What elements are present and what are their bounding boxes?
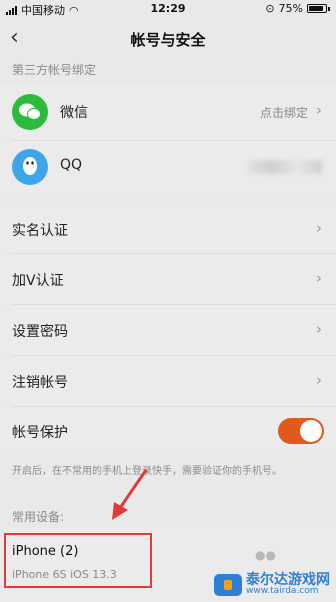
watermark-title: 泰尔达游戏网 xyxy=(246,572,330,588)
status-right: ⊙ 75% xyxy=(265,2,330,15)
wechat-row[interactable]: 微信 点击绑定 › xyxy=(0,84,336,140)
bind-wechat-link[interactable]: 点击绑定 xyxy=(260,104,308,121)
wechat-label: 微信 xyxy=(60,105,88,121)
toggle-knob xyxy=(300,420,322,442)
v-auth-label: 加V认证 xyxy=(12,273,64,289)
page-title: 帐号与安全 xyxy=(130,31,206,49)
third-party-section-label: 第三方帐号绑定 xyxy=(12,63,97,77)
battery-cap xyxy=(328,6,330,11)
watermark-url: www.tairda.com xyxy=(246,586,319,596)
watermark-text: 泰尔达游戏网 www.tairda.com xyxy=(246,573,330,596)
cancel-account-label: 注销帐号 xyxy=(12,375,68,391)
battery-icon xyxy=(307,4,327,13)
wechat-icon xyxy=(12,94,48,130)
qq-account-blurred xyxy=(248,160,322,174)
qq-icon xyxy=(12,149,48,185)
v-auth-row[interactable]: 加V认证 › xyxy=(0,254,336,304)
rotation-lock-icon: ⊙ xyxy=(265,2,275,15)
cancel-account-row[interactable]: 注销帐号 › xyxy=(0,356,336,406)
watermark: 泰尔达游戏网 www.tairda.com xyxy=(214,573,330,596)
protection-hint: 开启后，在不常用的手机上登录快手，需要验证你的手机号。 xyxy=(12,466,282,477)
account-protection-row: 帐号保护 xyxy=(0,407,336,455)
account-protection-toggle[interactable] xyxy=(278,418,324,444)
set-password-label: 设置密码 xyxy=(12,324,68,340)
chevron-right-icon: › xyxy=(316,219,322,237)
qq-row[interactable]: QQ xyxy=(0,141,336,193)
watermark-logo-icon xyxy=(214,573,242,596)
annotation-arrow-icon xyxy=(112,469,148,520)
set-password-row[interactable]: 设置密码 › xyxy=(0,305,336,355)
status-bar: 中国移动 ◠ 12:29 ⊙ 75% xyxy=(0,0,336,18)
devices-section-label: 常用设备: xyxy=(12,510,65,524)
qq-label: QQ xyxy=(60,157,83,173)
chevron-right-icon: › xyxy=(316,101,322,119)
account-protection-label: 帐号保护 xyxy=(12,425,68,441)
highlight-box xyxy=(4,533,152,588)
chevron-right-icon: › xyxy=(316,320,322,338)
more-icon: ●● xyxy=(255,548,276,562)
chevron-right-icon: › xyxy=(316,269,322,287)
chevron-right-icon: › xyxy=(316,371,322,389)
battery-percent: 75% xyxy=(278,2,303,15)
real-name-auth-row[interactable]: 实名认证 › xyxy=(0,207,336,253)
real-name-auth-label: 实名认证 xyxy=(12,223,68,239)
nav-bar: ‹ 帐号与安全 xyxy=(0,20,336,56)
